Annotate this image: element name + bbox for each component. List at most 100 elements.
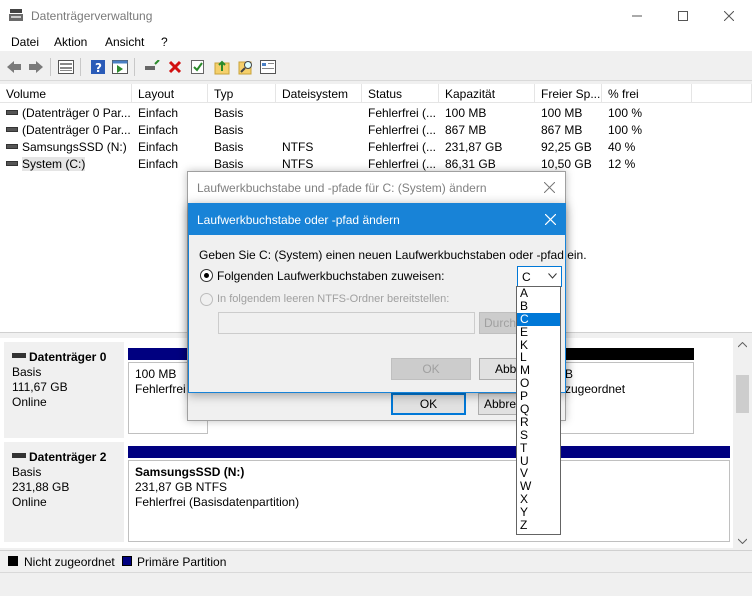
table-row[interactable]: (Datenträger 0 Par... Einfach Basis Fehl…: [0, 121, 752, 138]
browse-button[interactable]: Durchs: [479, 312, 519, 334]
forward-button[interactable]: [26, 57, 46, 77]
drive-letter-option[interactable]: Q: [517, 403, 560, 416]
volume-layout: Einfach: [138, 106, 179, 120]
minimize-button[interactable]: [614, 0, 660, 32]
drive-letter-option[interactable]: R: [517, 415, 560, 429]
maximize-button[interactable]: [660, 0, 706, 32]
help-button[interactable]: ?: [88, 57, 108, 77]
properties-icon: [112, 60, 128, 74]
column-header-status[interactable]: Status: [362, 84, 439, 103]
column-header-dateisystem[interactable]: Dateisystem: [276, 84, 362, 103]
disk-2-label[interactable]: Datenträger 2 Basis 231,88 GB Online: [4, 442, 124, 542]
cancel-button[interactable]: Abbrec: [478, 393, 518, 415]
folder-path-input[interactable]: [218, 312, 475, 334]
table-row-selected[interactable]: System (C:) Einfach Basis NTFS Fehlerfre…: [0, 155, 752, 172]
help-icon: ?: [91, 60, 105, 75]
column-header-prozent-frei[interactable]: % frei: [602, 84, 692, 103]
drive-letter-option[interactable]: A: [517, 287, 560, 300]
volume-drive-icon: [6, 144, 18, 150]
partition-disk0-unallocated[interactable]: B zugeordnet: [560, 362, 694, 434]
disk-management-app-icon: [9, 9, 23, 21]
new-folder-button[interactable]: [212, 57, 232, 77]
back-button[interactable]: [4, 57, 24, 77]
volume-name: System (C:): [22, 157, 86, 171]
menu-aktion[interactable]: Aktion: [54, 35, 87, 49]
volume-status: Fehlerfrei (...: [368, 140, 437, 154]
volume-percent-free: 100 %: [608, 106, 643, 120]
volume-free-space: 100 MB: [541, 106, 583, 120]
disk-0-label[interactable]: Datenträger 0 Basis 111,67 GB Online: [4, 342, 124, 438]
close-icon: [724, 11, 734, 21]
maximize-icon: [678, 11, 688, 21]
ok-button[interactable]: OK: [391, 358, 471, 380]
disk-type: Basis: [12, 465, 42, 479]
close-icon[interactable]: [545, 214, 556, 225]
drive-letter-option[interactable]: B: [517, 299, 560, 313]
drive-letter-option[interactable]: E: [517, 325, 560, 339]
mount-folder-radio[interactable]: [200, 293, 213, 306]
disk-icon: [12, 453, 26, 459]
disk-icon: [12, 353, 26, 359]
close-button[interactable]: [706, 0, 752, 32]
disk-view-scrollbar[interactable]: [733, 338, 752, 548]
ok-button[interactable]: OK: [391, 393, 466, 415]
svg-text:?: ?: [95, 61, 102, 75]
volume-status: Fehlerfrei (...: [368, 123, 437, 137]
toolbar-separator: [50, 58, 51, 76]
dialog-title: Laufwerkbuchstabe und -pfade für C: (Sys…: [197, 181, 487, 195]
title-bar: Datenträgerverwaltung: [0, 0, 752, 32]
column-header-layout[interactable]: Layout: [132, 84, 208, 103]
menu-help[interactable]: ?: [161, 35, 168, 49]
scrollbar-thumb[interactable]: [736, 375, 749, 413]
drive-letter-option[interactable]: Z: [517, 519, 560, 532]
disk-size: 111,67 GB: [12, 380, 68, 394]
volume-filesystem: NTFS: [282, 140, 314, 154]
legend-primary-label: Primäre Partition: [137, 555, 227, 569]
assign-letter-radio[interactable]: [200, 269, 213, 282]
column-header-typ[interactable]: Typ: [208, 84, 276, 103]
drive-letter-combobox[interactable]: C: [517, 266, 562, 287]
volume-drive-icon: [6, 161, 18, 167]
column-header-volume[interactable]: Volume: [0, 84, 132, 103]
legend-unallocated-swatch: [8, 556, 18, 566]
table-row[interactable]: (Datenträger 0 Par... Einfach Basis Fehl…: [0, 104, 752, 121]
drive-letter-option[interactable]: C: [517, 312, 560, 326]
column-header-freier-speicher[interactable]: Freier Sp...: [535, 84, 602, 103]
properties-button[interactable]: [110, 57, 130, 77]
column-header-filler: [692, 84, 752, 103]
settings-button[interactable]: [258, 57, 278, 77]
menu-bar: Datei Aktion Ansicht ?: [0, 32, 752, 52]
legend-unallocated-label: Nicht zugeordnet: [24, 555, 115, 569]
disk-state: Online: [12, 395, 47, 409]
volume-capacity: 867 MB: [445, 123, 487, 137]
dialog-prompt: Geben Sie C: (System) einen neuen Laufwe…: [199, 248, 587, 262]
drive-letter-option[interactable]: T: [517, 441, 560, 455]
partition-samsungssd[interactable]: SamsungsSSD (N:) 231,87 GB NTFS Fehlerfr…: [128, 460, 730, 542]
dialog-title: Laufwerkbuchstabe oder -pfad ändern: [197, 213, 400, 227]
mount-folder-label: In folgendem leeren NTFS-Ordner bereitst…: [217, 293, 450, 305]
search-button[interactable]: [236, 57, 256, 77]
delete-button[interactable]: [165, 57, 185, 77]
volume-layout: Einfach: [138, 140, 179, 154]
volume-name: (Datenträger 0 Par...: [22, 106, 131, 120]
toolbar: ?: [0, 53, 752, 81]
check-button[interactable]: [188, 57, 208, 77]
table-row[interactable]: SamsungsSSD (N:) Einfach Basis NTFS Fehl…: [0, 138, 752, 155]
menu-ansicht[interactable]: Ansicht: [105, 35, 144, 49]
volume-status: Fehlerfrei (...: [368, 157, 437, 171]
column-header-kapazitaet[interactable]: Kapazität: [439, 84, 535, 103]
partition-size-tail: B: [565, 367, 574, 381]
window-title: Datenträgerverwaltung: [31, 9, 153, 23]
cancel-button[interactable]: Abbre: [479, 358, 519, 380]
chevron-down-icon: [548, 273, 557, 279]
disk-type: Basis: [12, 365, 42, 379]
assign-letter-label[interactable]: Folgenden Laufwerkbuchstaben zuweisen:: [217, 269, 444, 283]
menu-datei[interactable]: Datei: [11, 35, 39, 49]
drive-letter-option[interactable]: S: [517, 428, 560, 442]
settings-panel-icon: [260, 60, 276, 74]
connect-button[interactable]: [142, 57, 162, 77]
volume-percent-free: 100 %: [608, 123, 643, 137]
show-list-button[interactable]: [56, 57, 76, 77]
close-icon[interactable]: [544, 182, 555, 193]
volume-name: SamsungsSSD (N:): [22, 140, 127, 154]
